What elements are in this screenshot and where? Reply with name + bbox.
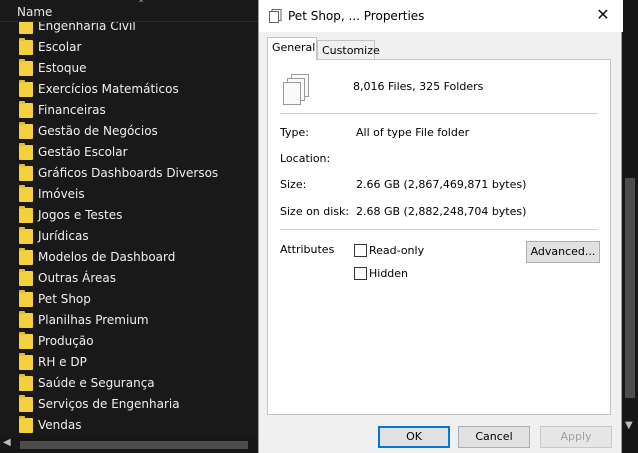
scroll-down-arrow-icon[interactable]: ▼	[625, 420, 633, 431]
size-on-disk-value: 2.68 GB (2,882,248,704 bytes)	[356, 205, 527, 218]
folder-row[interactable]: Saúde e Segurança	[0, 373, 258, 394]
advanced-button[interactable]: Advanced...	[526, 241, 600, 263]
dialog-title: Pet Shop, ... Properties	[288, 9, 425, 23]
folder-row[interactable]: Jurídicas	[0, 226, 258, 247]
dialog-titlebar[interactable]: Pet Shop, ... Properties ✕	[259, 0, 623, 32]
folder-name: Planilhas Premium	[38, 313, 149, 327]
folder-icon	[19, 185, 33, 202]
folder-icon	[19, 164, 33, 181]
folder-row[interactable]: Modelos de Dashboard	[0, 247, 258, 268]
divider	[280, 229, 598, 230]
sort-indicator-icon: ⌃	[137, 0, 146, 10]
properties-dialog: Pet Shop, ... Properties ✕ General Custo…	[258, 0, 623, 453]
folder-name: Produção	[38, 334, 94, 348]
folder-icon	[19, 416, 33, 433]
folder-row[interactable]: Gestão de Negócios	[0, 121, 258, 142]
folder-row[interactable]: Engenharia Civil	[0, 22, 258, 37]
folder-row[interactable]: Exercícios Matemáticos	[0, 79, 258, 100]
folder-icon	[19, 227, 33, 244]
folder-row[interactable]: Outras Áreas	[0, 268, 258, 289]
folder-row[interactable]: Gestão Escolar	[0, 142, 258, 163]
folder-name: Imóveis	[38, 187, 85, 201]
folder-icon	[19, 38, 33, 55]
hidden-checkbox[interactable]	[354, 267, 367, 280]
folder-name: RH e DP	[38, 355, 87, 369]
folder-row[interactable]: Planilhas Premium	[0, 310, 258, 331]
folder-name: Modelos de Dashboard	[38, 250, 176, 264]
folder-name: Gráficos Dashboards Diversos	[38, 166, 219, 180]
folder-name: Saúde e Segurança	[38, 376, 155, 390]
folder-properties-icon	[269, 9, 282, 23]
folder-icon	[19, 332, 33, 349]
attributes-label: Attributes	[280, 243, 335, 256]
folder-icon	[19, 374, 33, 391]
folder-row[interactable]: Produção	[0, 331, 258, 352]
close-icon[interactable]: ✕	[592, 4, 614, 26]
folder-icon	[19, 248, 33, 265]
type-label: Type:	[280, 126, 309, 139]
ok-button[interactable]: OK	[378, 426, 450, 448]
folder-row[interactable]: Gráficos Dashboards Diversos	[0, 163, 258, 184]
divider	[280, 113, 598, 114]
folder-name: Engenharia Civil	[38, 22, 136, 33]
folder-name: Escolar	[38, 40, 82, 54]
folder-icon	[19, 59, 33, 76]
size-value: 2.66 GB (2,867,469,871 bytes)	[356, 178, 527, 191]
folder-row[interactable]: Jogos e Testes	[0, 205, 258, 226]
folder-icon	[19, 353, 33, 370]
folder-name: Jogos e Testes	[38, 208, 123, 222]
folder-name: Estoque	[38, 61, 87, 75]
folder-name: Exercícios Matemáticos	[38, 82, 179, 96]
vertical-scrollbar[interactable]: ▼	[622, 0, 638, 437]
folder-icon	[19, 101, 33, 118]
cancel-button[interactable]: Cancel	[458, 426, 530, 448]
general-panel: 8,016 Files, 325 Folders Type: All of ty…	[267, 59, 611, 415]
folder-icon	[19, 290, 33, 307]
size-label: Size:	[280, 178, 307, 191]
scroll-left-arrow-icon[interactable]: ◀	[3, 437, 11, 448]
folder-icon	[19, 122, 33, 139]
folder-row[interactable]: RH e DP	[0, 352, 258, 373]
folder-name: Gestão de Negócios	[38, 124, 158, 138]
folder-name: Gestão Escolar	[38, 145, 128, 159]
horizontal-scrollbar-thumb[interactable]	[20, 441, 248, 449]
folder-icon	[19, 311, 33, 328]
tab-customize[interactable]: Customize	[317, 40, 380, 60]
folder-row[interactable]: Pet Shop	[0, 289, 258, 310]
tab-general[interactable]: General	[267, 37, 317, 60]
folder-row[interactable]: Vendas	[0, 415, 258, 436]
readonly-label[interactable]: Read-only	[369, 244, 424, 257]
multiple-files-icon	[281, 74, 311, 106]
folder-icon	[19, 80, 33, 97]
hidden-label[interactable]: Hidden	[369, 267, 408, 280]
folder-icon	[19, 395, 33, 412]
folder-icon	[19, 269, 33, 286]
folder-name: Outras Áreas	[38, 271, 116, 285]
file-count-summary: 8,016 Files, 325 Folders	[353, 80, 484, 93]
folder-name: Serviços de Engenharia	[38, 397, 180, 411]
folder-icon	[19, 22, 33, 34]
column-header-label: Name	[17, 5, 53, 19]
folder-row[interactable]: Financeiras	[0, 100, 258, 121]
type-value: All of type File folder	[356, 126, 470, 139]
folder-list: Engenharia Civil Escolar Estoque Exercícios…	[0, 22, 258, 436]
readonly-checkbox[interactable]	[354, 244, 367, 257]
folder-name: Pet Shop	[38, 292, 91, 306]
folder-row[interactable]: Serviços de Engenharia	[0, 394, 258, 415]
folder-name: Vendas	[38, 418, 82, 432]
apply-button[interactable]: Apply	[540, 426, 612, 448]
folder-icon	[19, 206, 33, 223]
folder-name: Financeiras	[38, 103, 106, 117]
folder-name: Jurídicas	[38, 229, 89, 243]
folder-row[interactable]: Estoque	[0, 58, 258, 79]
vertical-scrollbar-thumb[interactable]	[625, 178, 635, 398]
folder-row[interactable]: Imóveis	[0, 184, 258, 205]
size-on-disk-label: Size on disk:	[280, 205, 350, 218]
column-header-name[interactable]: Name ⌃	[0, 0, 258, 22]
folder-icon	[19, 143, 33, 160]
location-label: Location:	[280, 152, 331, 165]
folder-row[interactable]: Escolar	[0, 37, 258, 58]
